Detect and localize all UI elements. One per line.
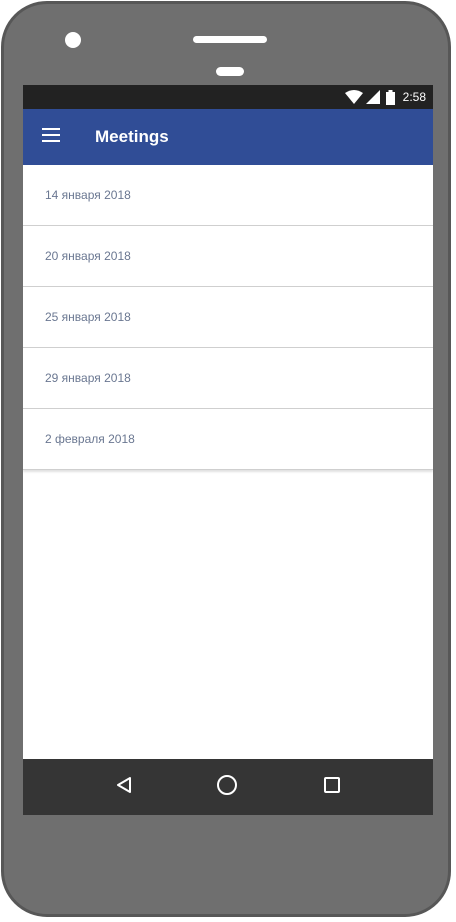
status-icons: 2:58 [344,85,426,109]
menu-button[interactable] [33,119,69,155]
meeting-list-item[interactable]: 20 января 2018 [23,226,433,287]
navigation-bar [23,759,433,815]
status-clock: 2:58 [402,90,426,104]
meeting-list-item[interactable]: 25 января 2018 [23,287,433,348]
signal-icon [365,90,380,104]
meeting-date: 20 января 2018 [45,249,131,263]
front-camera [65,32,81,48]
wifi-icon [344,90,363,104]
meeting-list: 14 января 2018 20 января 2018 25 января … [23,165,433,470]
menu-icon [42,127,60,147]
proximity-sensor [216,67,244,76]
meeting-date: 2 февраля 2018 [45,432,135,446]
meeting-date: 29 января 2018 [45,371,131,385]
phone-screen: 2:58 Meetings 14 января 2018 20 января 2… [23,85,433,815]
page-title: Meetings [95,127,169,146]
earpiece-speaker [193,36,267,43]
meeting-list-item[interactable]: 29 января 2018 [23,348,433,409]
home-button[interactable] [213,773,241,801]
meeting-list-item[interactable]: 2 февраля 2018 [23,409,433,470]
recents-button[interactable] [318,773,346,801]
battery-icon [385,89,395,105]
back-button[interactable] [110,773,138,801]
back-icon [115,776,133,799]
recents-icon [323,776,341,799]
app-bar: Meetings [23,109,433,165]
status-bar: 2:58 [23,85,433,109]
meeting-list-item[interactable]: 14 января 2018 [23,165,433,226]
meeting-date: 14 января 2018 [45,188,131,202]
home-icon [216,774,238,801]
meeting-date: 25 января 2018 [45,310,131,324]
